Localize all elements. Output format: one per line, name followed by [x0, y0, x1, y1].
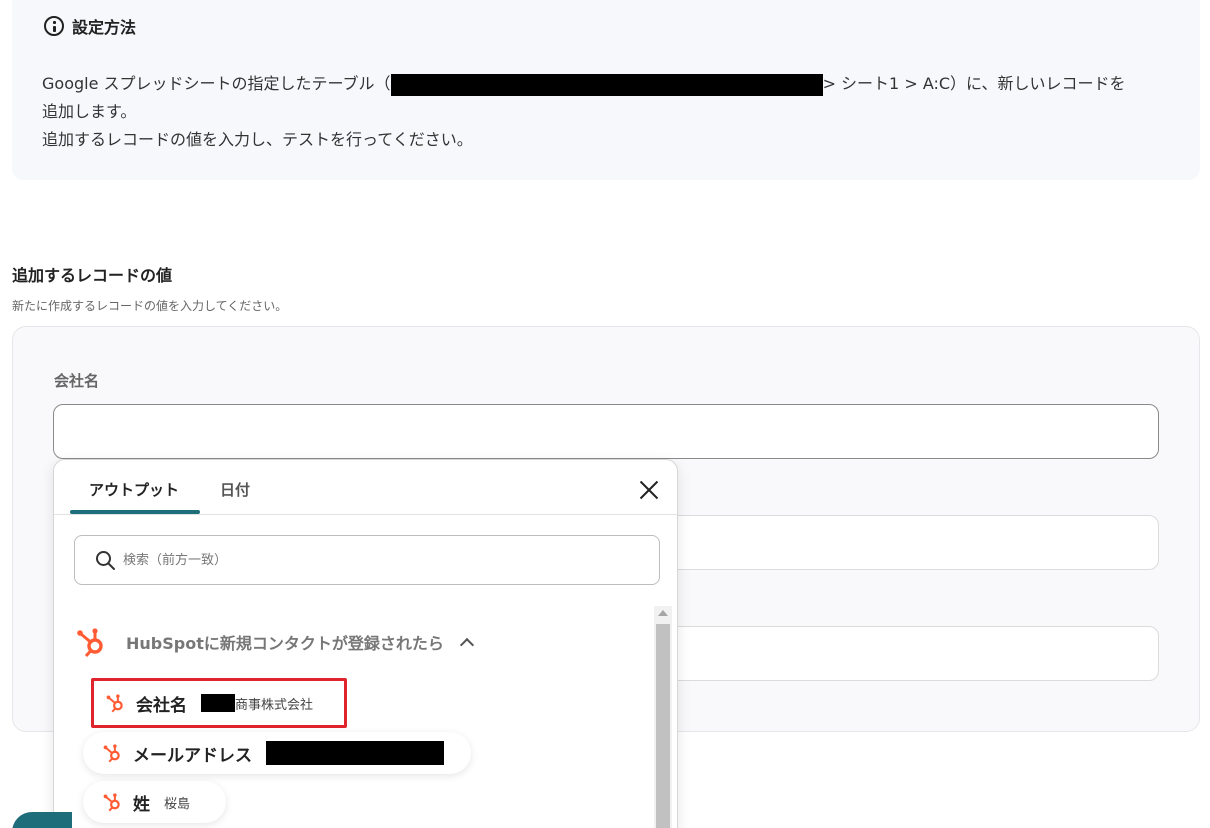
output-item-value: 商事株式会社	[201, 694, 313, 713]
output-item-name: 姓	[133, 794, 150, 815]
company-field-label: 会社名	[54, 372, 100, 390]
output-item-name: 会社名	[136, 695, 187, 716]
company-name-input[interactable]	[53, 404, 1159, 459]
active-tab-indicator	[70, 510, 200, 514]
info-icon	[44, 16, 64, 36]
submit-button[interactable]	[12, 812, 72, 828]
scroll-up-arrow-icon[interactable]	[658, 610, 668, 616]
output-item-value	[266, 741, 444, 765]
redacted-value	[201, 694, 235, 712]
group-label: HubSpotに新規コンタクトが登録されたら	[126, 634, 444, 653]
output-item-email[interactable]: メールアドレス	[83, 732, 471, 774]
variable-picker-popup: アウトプット 日付 HubSpotに新規コンタクトが登録されたら	[53, 459, 678, 828]
instructions-line-1-post: > シート1 > A:C）に、新しいレコードを	[822, 74, 1126, 93]
instructions-box: 設定方法 Google スプレッドシートの指定したテーブル（ > シート1 > A…	[12, 0, 1200, 180]
picker-tabs: アウトプット 日付	[54, 460, 677, 515]
instructions-line-2: 追加します。	[42, 102, 137, 121]
redacted-value	[266, 741, 444, 765]
instructions-title: 設定方法	[72, 18, 137, 37]
output-item-value: 桜島	[164, 796, 191, 812]
tab-output[interactable]: アウトプット	[89, 479, 179, 500]
instructions-line-1: Google スプレッドシートの指定したテーブル（ > シート1 > A:C）に、…	[42, 70, 1182, 98]
section-title: 追加するレコードの値	[12, 266, 173, 285]
output-item-value-text: 商事株式会社	[235, 697, 314, 713]
hubspot-icon	[77, 628, 103, 658]
search-icon	[96, 551, 115, 570]
output-item-company-name[interactable]: 会社名 商事株式会社	[91, 678, 347, 728]
instructions-text: Google スプレッドシートの指定したテーブル（ > シート1 > A:C）に、…	[42, 70, 1182, 154]
hubspot-icon	[103, 744, 120, 763]
instructions-line-1-pre: Google スプレッドシートの指定したテーブル（	[42, 74, 391, 93]
hubspot-icon	[106, 694, 123, 713]
output-item-name: メールアドレス	[133, 745, 252, 766]
close-icon[interactable]	[638, 479, 660, 501]
hubspot-icon	[103, 793, 120, 812]
chevron-up-icon[interactable]	[459, 637, 474, 653]
search-input[interactable]	[123, 536, 643, 584]
scrollbar[interactable]	[654, 606, 672, 828]
tab-date[interactable]: 日付	[220, 479, 250, 500]
hubspot-group-header[interactable]: HubSpotに新規コンタクトが登録されたら	[76, 625, 474, 659]
instructions-header: 設定方法	[44, 14, 136, 38]
output-item-last-name[interactable]: 姓 桜島	[83, 781, 226, 823]
redacted-spreadsheet-name	[390, 73, 823, 96]
scrollbar-thumb[interactable]	[656, 624, 670, 828]
search-box	[74, 535, 660, 585]
instructions-line-3: 追加するレコードの値を入力し、テストを行ってください。	[42, 130, 473, 149]
section-subtitle: 新たに作成するレコードの値を入力してください。	[12, 299, 288, 313]
